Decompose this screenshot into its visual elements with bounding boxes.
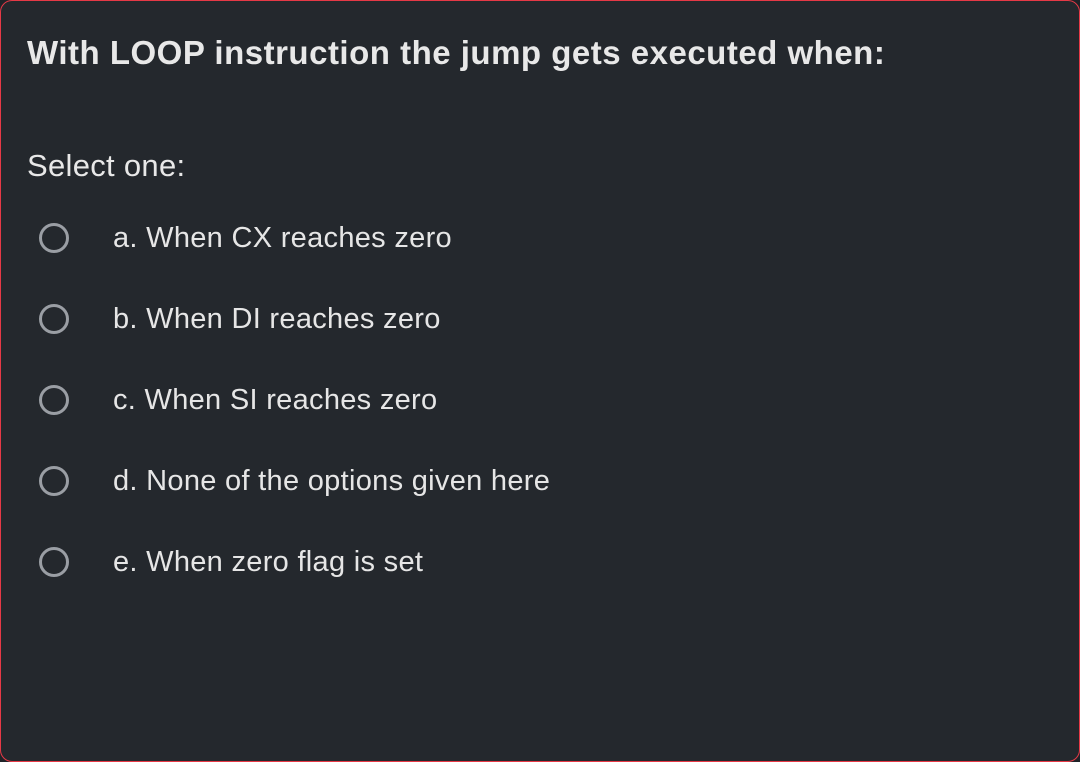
option-b[interactable]: b. When DI reaches zero xyxy=(39,303,1053,336)
option-letter: b. xyxy=(113,303,138,335)
option-label: e. When zero flag is set xyxy=(113,546,423,579)
question-card: With LOOP instruction the jump gets exec… xyxy=(0,0,1080,762)
radio-icon[interactable] xyxy=(39,304,69,334)
options-list: a. When CX reaches zero b. When DI reach… xyxy=(27,222,1053,579)
option-text: When zero flag is set xyxy=(146,546,423,578)
option-letter: c. xyxy=(113,384,136,416)
option-c[interactable]: c. When SI reaches zero xyxy=(39,384,1053,417)
option-d[interactable]: d. None of the options given here xyxy=(39,465,1053,498)
option-e[interactable]: e. When zero flag is set xyxy=(39,546,1053,579)
option-letter: d. xyxy=(113,465,138,497)
option-label: b. When DI reaches zero xyxy=(113,303,441,336)
select-one-prompt: Select one: xyxy=(27,148,1053,184)
option-text: When DI reaches zero xyxy=(146,303,441,335)
option-letter: e. xyxy=(113,546,138,578)
option-label: d. None of the options given here xyxy=(113,465,550,498)
option-text: When CX reaches zero xyxy=(146,222,452,254)
option-letter: a. xyxy=(113,222,138,254)
radio-icon[interactable] xyxy=(39,385,69,415)
question-text: With LOOP instruction the jump gets exec… xyxy=(27,31,1053,76)
option-a[interactable]: a. When CX reaches zero xyxy=(39,222,1053,255)
option-text: When SI reaches zero xyxy=(145,384,438,416)
radio-icon[interactable] xyxy=(39,547,69,577)
radio-icon[interactable] xyxy=(39,223,69,253)
option-label: a. When CX reaches zero xyxy=(113,222,452,255)
option-text: None of the options given here xyxy=(146,465,550,497)
option-label: c. When SI reaches zero xyxy=(113,384,437,417)
radio-icon[interactable] xyxy=(39,466,69,496)
